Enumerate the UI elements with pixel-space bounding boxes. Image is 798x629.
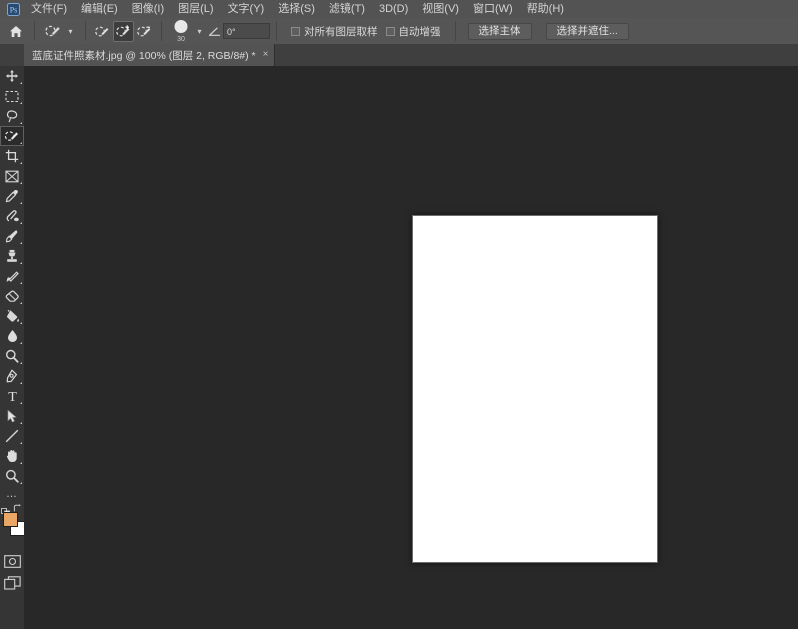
menu-file[interactable]: 文件(F)	[24, 0, 74, 18]
select-subject-button[interactable]: 选择主体	[467, 22, 532, 40]
tool-clone-stamp[interactable]	[0, 246, 24, 266]
menu-view[interactable]: 视图(V)	[415, 0, 466, 18]
foreground-color-swatch[interactable]	[3, 512, 18, 527]
tool-rectangular-marquee[interactable]	[0, 86, 24, 106]
menu-type[interactable]: 文字(Y)	[221, 0, 272, 18]
selection-mode-group	[92, 20, 155, 42]
tool-path-selection[interactable]	[0, 406, 24, 426]
options-separator-2	[85, 21, 86, 41]
angle-icon	[205, 21, 223, 41]
tool-preset-picker[interactable]: ▾	[41, 21, 79, 41]
svg-text:Ps: Ps	[9, 5, 17, 14]
angle-input[interactable]: 0°	[223, 23, 270, 39]
tool-type[interactable]: T	[0, 386, 24, 406]
tool-brush[interactable]	[0, 226, 24, 246]
tool-move[interactable]	[0, 66, 24, 86]
brush-size-picker[interactable]: 30	[168, 19, 194, 43]
selection-mode-subtract[interactable]	[134, 21, 155, 42]
selection-mode-new[interactable]	[92, 21, 113, 42]
menu-layer[interactable]: 图层(L)	[171, 0, 220, 18]
auto-enhance-label: 自动增强	[398, 25, 441, 38]
tool-quick-selection[interactable]	[0, 126, 24, 146]
document-tab[interactable]: 蓝底证件照素材.jpg @ 100% (图层 2, RGB/8#) * ×	[24, 44, 276, 66]
document-canvas[interactable]	[412, 215, 658, 563]
screen-mode-icon[interactable]	[0, 572, 24, 594]
tool-frame[interactable]	[0, 166, 24, 186]
app-logo-icon: Ps	[2, 0, 24, 18]
tool-hand[interactable]	[0, 446, 24, 466]
select-and-mask-button[interactable]: 选择并遮住...	[545, 22, 629, 40]
menu-select[interactable]: 选择(S)	[271, 0, 322, 18]
tool-eraser[interactable]	[0, 286, 24, 306]
menu-bar: Ps 文件(F) 编辑(E) 图像(I) 图层(L) 文字(Y) 选择(S) 滤…	[0, 0, 798, 19]
quick-selection-tool-icon	[45, 25, 61, 37]
tool-healing-brush[interactable]	[0, 206, 24, 226]
menu-3d[interactable]: 3D(D)	[372, 0, 415, 18]
tools-panel: T …	[0, 66, 25, 629]
svg-text:T: T	[8, 390, 17, 403]
tool-lasso[interactable]	[0, 106, 24, 126]
color-swatches	[0, 504, 25, 550]
tool-dodge[interactable]	[0, 346, 24, 366]
tool-pen[interactable]	[0, 366, 24, 386]
brush-size-value: 30	[177, 36, 185, 43]
tool-history-brush[interactable]	[0, 266, 24, 286]
options-separator-1	[34, 21, 35, 41]
selection-mode-add[interactable]	[113, 20, 134, 42]
options-separator-5	[454, 21, 456, 41]
menu-help[interactable]: 帮助(H)	[520, 0, 571, 18]
photoshop-window: Ps 文件(F) 编辑(E) 图像(I) 图层(L) 文字(Y) 选择(S) 滤…	[0, 0, 798, 629]
menu-filter[interactable]: 滤镜(T)	[322, 0, 372, 18]
close-icon[interactable]: ×	[263, 50, 269, 60]
options-separator-4	[276, 21, 277, 41]
auto-enhance-checkbox[interactable]: 自动增强	[385, 24, 441, 39]
tool-eyedropper[interactable]	[0, 186, 24, 206]
checkbox-box[interactable]	[291, 26, 300, 36]
home-icon[interactable]	[4, 19, 28, 43]
sample-all-layers-label: 对所有图层取样	[304, 25, 378, 38]
sample-all-layers-checkbox[interactable]: 对所有图层取样	[291, 24, 378, 39]
brush-chevron-down-icon[interactable]: ▾	[194, 22, 205, 40]
menu-window[interactable]: 窗口(W)	[466, 0, 520, 18]
document-tab-strip: 蓝底证件照素材.jpg @ 100% (图层 2, RGB/8#) * ×	[0, 44, 798, 67]
options-separator-3	[161, 21, 162, 41]
chevron-down-icon[interactable]: ▾	[65, 22, 76, 40]
document-tab-title: 蓝底证件照素材.jpg @ 100% (图层 2, RGB/8#) *	[32, 49, 256, 62]
canvas-workspace[interactable]	[24, 66, 798, 629]
tool-zoom[interactable]	[0, 466, 24, 486]
brush-preview-icon	[174, 20, 188, 33]
tool-gradient[interactable]	[0, 306, 24, 326]
options-bar: ▾ 30 ▾ 0° 对所有图层取样 自动增强 选择主体 选择并遮住...	[0, 18, 798, 45]
menu-edit[interactable]: 编辑(E)	[74, 0, 125, 18]
tool-blur[interactable]	[0, 326, 24, 346]
more-tools-button[interactable]: …	[0, 486, 24, 502]
quick-mask-icon[interactable]	[0, 550, 24, 572]
tool-line-shape[interactable]	[0, 426, 24, 446]
tool-crop[interactable]	[0, 146, 24, 166]
menu-image[interactable]: 图像(I)	[125, 0, 171, 18]
checkbox-box[interactable]	[385, 26, 395, 36]
